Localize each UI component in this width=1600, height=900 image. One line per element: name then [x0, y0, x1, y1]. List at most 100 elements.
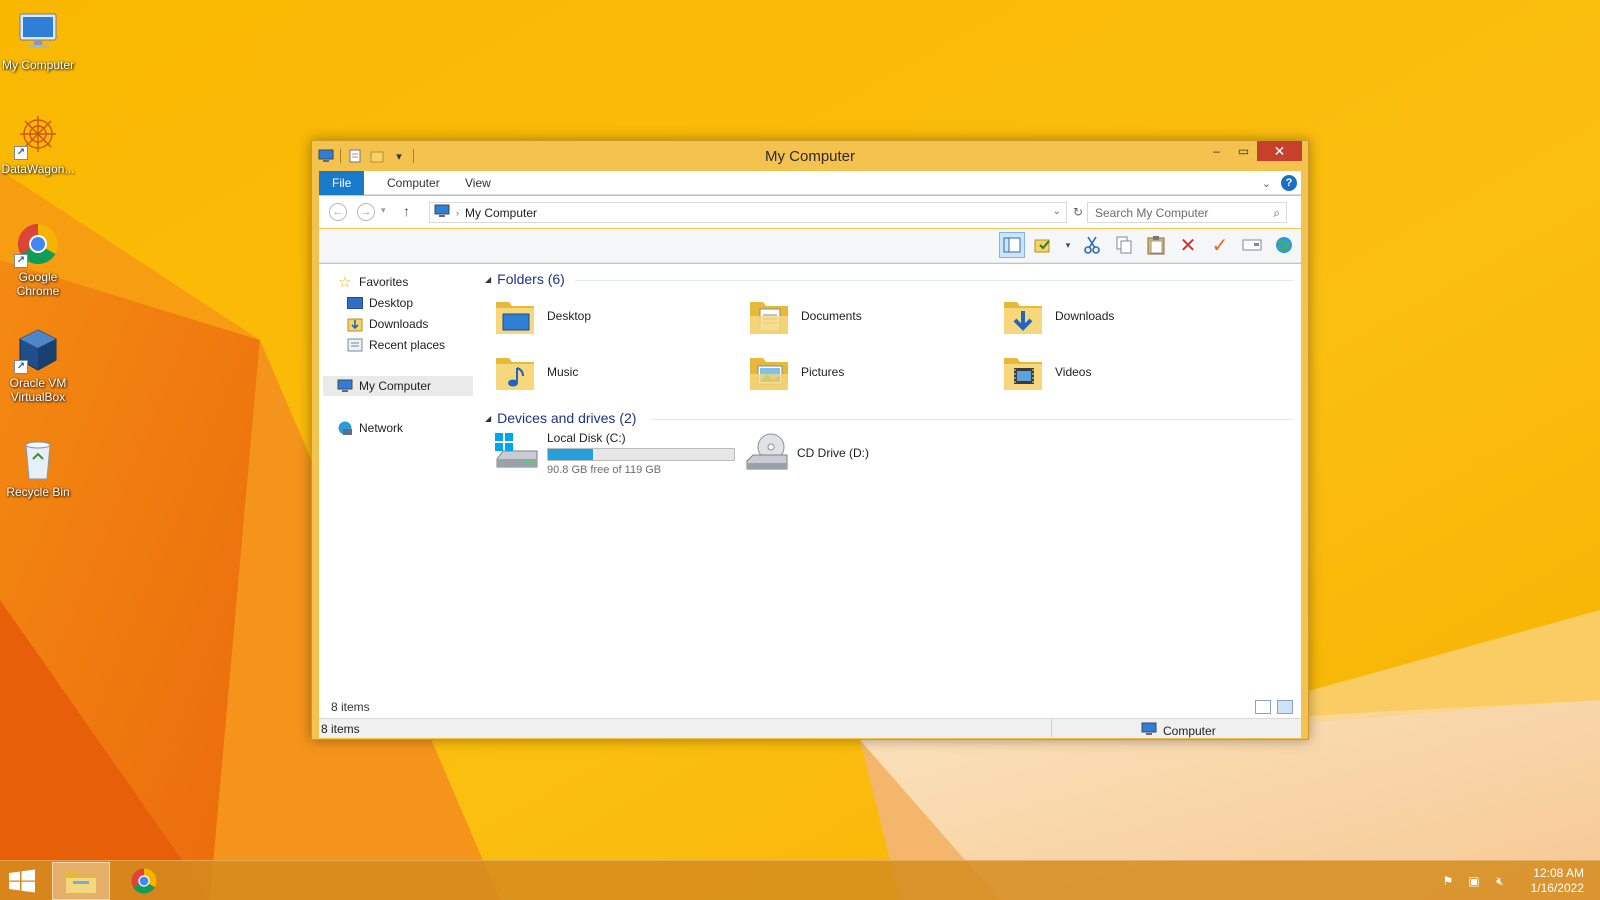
folder-tile-music[interactable]: Music — [493, 347, 578, 397]
group-divider — [575, 280, 1293, 281]
forward-button[interactable]: → — [357, 203, 375, 221]
nav-item-favorites[interactable]: ☆ Favorites — [337, 272, 408, 292]
folder-label: Downloads — [1055, 309, 1115, 323]
nav-label: Network — [359, 421, 404, 435]
tab-computer[interactable]: Computer — [374, 171, 453, 195]
properties-check-icon[interactable] — [1031, 232, 1057, 258]
tab-view[interactable]: View — [452, 171, 504, 195]
cut-icon[interactable] — [1079, 232, 1105, 258]
collapse-triangle-icon[interactable]: ◢ — [485, 414, 491, 423]
nav-item-recent-places[interactable]: Recent places — [347, 335, 445, 355]
up-button[interactable]: ↑ — [403, 203, 410, 219]
drive-label: Local Disk (C:) — [547, 430, 626, 445]
music-folder-icon — [493, 350, 537, 394]
folder-tile-pictures[interactable]: Pictures — [747, 347, 844, 397]
folders-heading: Folders (6) — [497, 271, 565, 287]
group-divider — [651, 419, 1293, 420]
folder-tile-downloads[interactable]: Downloads — [1001, 291, 1114, 341]
desktop-icon-google-chrome[interactable]: ↗ Google Chrome — [0, 220, 76, 298]
status-zone: Computer — [1141, 722, 1216, 739]
title-bar[interactable]: ▾ My Computer – ▭ ✕ — [312, 141, 1308, 171]
datawagon-icon: ↗ — [14, 112, 62, 160]
search-icon[interactable]: ⌕ — [1273, 206, 1280, 221]
recent-locations-chevron-icon[interactable]: ▾ — [381, 205, 386, 216]
folder-label: Pictures — [801, 365, 845, 379]
paste-icon[interactable] — [1143, 232, 1169, 258]
devices-group-header[interactable]: ◢ Devices and drives (2) — [485, 410, 636, 426]
folder-tile-videos[interactable]: Videos — [1001, 347, 1091, 397]
taskbar: ⚑ ▣ 🔇︎ 12:08 AM 1/16/2022 — [0, 860, 1600, 900]
maximize-button[interactable]: ▭ — [1230, 141, 1257, 161]
clock[interactable]: 12:08 AM 1/16/2022 — [1531, 866, 1584, 896]
navigation-pane: ☆ Favorites Desktop Downloads Recent pla… — [319, 264, 477, 694]
star-icon: ☆ — [338, 274, 352, 291]
status-item-count: 8 items — [321, 722, 360, 736]
rename-icon[interactable] — [1239, 232, 1265, 258]
clock-date: 1/16/2022 — [1530, 881, 1584, 895]
nav-item-desktop[interactable]: Desktop — [347, 293, 413, 313]
shortcut-arrow-icon: ↗ — [14, 360, 28, 374]
recycle-bin-icon — [14, 435, 62, 483]
search-input[interactable]: Search My Computer ⌕ — [1087, 202, 1287, 223]
file-explorer-icon — [66, 872, 96, 893]
computer-icon — [1141, 722, 1157, 739]
folder-tile-documents[interactable]: Documents — [747, 291, 862, 341]
downloads-icon — [347, 316, 363, 332]
status-divider — [1051, 719, 1052, 739]
cd-drive-icon — [743, 431, 791, 475]
volume-muted-icon[interactable]: 🔇︎ — [1492, 873, 1508, 889]
nav-label: My Computer — [359, 379, 432, 393]
system-tray: ⚑ ▣ 🔇︎ — [1440, 873, 1508, 889]
nav-item-my-computer[interactable]: My Computer — [323, 376, 473, 396]
chevron-right-icon[interactable]: › — [456, 208, 459, 218]
refresh-button[interactable]: ↻ — [1073, 205, 1083, 219]
nav-label: Downloads — [369, 317, 429, 331]
virtualbox-icon: ↗ — [14, 326, 62, 374]
globe-icon[interactable] — [1271, 232, 1297, 258]
nav-label: Recent places — [369, 338, 446, 352]
command-toolbar: ▾ ✕ ✓ — [319, 229, 1301, 263]
shortcut-arrow-icon: ↗ — [14, 254, 28, 268]
collapse-triangle-icon[interactable]: ◢ — [485, 275, 491, 284]
desktop-icon-datawagon[interactable]: ↗ DataWagon... — [0, 112, 76, 176]
help-icon[interactable]: ? — [1281, 175, 1297, 191]
nav-item-downloads[interactable]: Downloads — [347, 314, 428, 334]
address-bar[interactable]: › My Computer ⌄ — [429, 202, 1067, 223]
minimize-button[interactable]: – — [1203, 141, 1230, 161]
copy-icon[interactable] — [1111, 232, 1137, 258]
folder-tile-desktop[interactable]: Desktop — [493, 291, 591, 341]
drive-tile-local-disk-c[interactable]: Local Disk (C:) 90.8 GB free of 119 GB — [493, 427, 735, 479]
back-button[interactable]: ← — [329, 203, 347, 221]
drive-tile-cd-drive-d[interactable]: CD Drive (D:) — [743, 427, 869, 479]
action-center-flag-icon[interactable]: ⚑ — [1440, 873, 1456, 889]
desktop-icon-label: Google Chrome — [16, 270, 60, 298]
desktop-icon-recycle-bin[interactable]: Recycle Bin — [0, 435, 76, 499]
network-tray-icon[interactable]: ▣ — [1466, 873, 1482, 889]
taskbar-google-chrome[interactable] — [115, 862, 173, 900]
desktop-icon-virtualbox[interactable]: ↗ Oracle VM VirtualBox — [0, 326, 76, 404]
checkmark-icon[interactable]: ✓ — [1207, 232, 1233, 258]
details-bar: 8 items — [319, 694, 1301, 718]
expand-ribbon-icon[interactable]: ⌄ — [1262, 177, 1271, 190]
address-dropdown-icon[interactable]: ⌄ — [1053, 206, 1061, 217]
tab-file[interactable]: File — [319, 171, 365, 195]
large-icons-view-icon[interactable] — [1277, 700, 1293, 714]
preview-pane-button[interactable] — [999, 232, 1025, 258]
desktop-folder-icon — [493, 294, 537, 338]
chevron-down-icon[interactable]: ▾ — [1063, 232, 1073, 258]
folders-group-header[interactable]: ◢ Folders (6) — [485, 271, 565, 287]
explorer-window: ▾ My Computer – ▭ ✕ File Computer View ⌄… — [311, 140, 1309, 740]
ribbon-tabs: File Computer View ⌄ ? — [319, 171, 1301, 195]
nav-item-network[interactable]: Network — [337, 418, 403, 438]
delete-icon[interactable]: ✕ — [1175, 232, 1201, 258]
chrome-icon: ↗ — [14, 220, 62, 268]
address-row: ← → ▾ ↑ › My Computer ⌄ ↻ Search My Comp… — [319, 196, 1301, 228]
details-view-icon[interactable] — [1255, 700, 1271, 714]
desktop-icon-label: DataWagon... — [1, 162, 75, 176]
taskbar-file-explorer[interactable] — [52, 862, 110, 900]
start-button[interactable] — [8, 869, 36, 893]
desktop-icon-my-computer[interactable]: My Computer — [0, 8, 76, 72]
close-button[interactable]: ✕ — [1257, 141, 1302, 161]
drive-usage-bar — [547, 447, 735, 461]
caption-buttons: – ▭ ✕ — [1203, 141, 1302, 161]
